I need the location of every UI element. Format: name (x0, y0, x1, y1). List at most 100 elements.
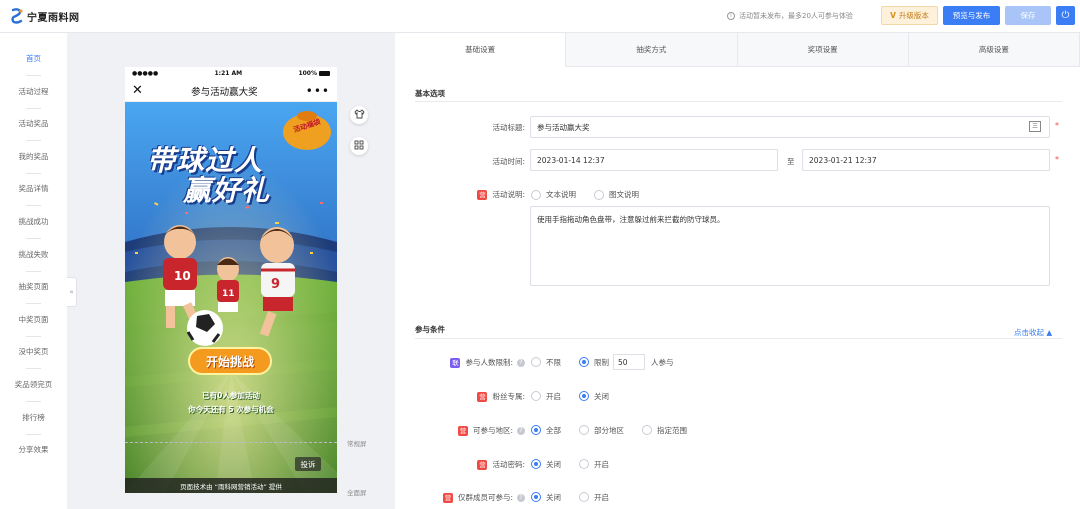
radio-label: 开启 (594, 492, 609, 502)
start-challenge-button[interactable]: 开始挑战 (188, 347, 272, 375)
info-icon: i (727, 12, 735, 20)
svg-text:10: 10 (174, 269, 191, 283)
activity-poster: 10 11 9 带球过人 赢好礼 活动福袋 开始挑战 已有0人参加活动 你今天还… (125, 102, 337, 493)
participant-suffix: 人参与 (651, 357, 674, 367)
radio-label: 部分地区 (594, 425, 624, 435)
sidebar-separator (26, 368, 41, 370)
more-icon[interactable]: ••• (306, 84, 330, 98)
shirt-icon (353, 109, 365, 121)
radio-dot (642, 425, 652, 435)
condition-label: 营可参与地区:? (410, 425, 525, 436)
help-icon[interactable]: ? (517, 359, 525, 367)
sidebar-item[interactable]: 活动过程 (0, 86, 67, 97)
description-label: 营活动说明: (477, 190, 525, 200)
sidebar-item[interactable]: 挑战失败 (0, 249, 67, 260)
marketing-badge: 联 (450, 358, 461, 368)
radio-option[interactable]: 关闭 (579, 391, 609, 402)
condition-label-text: 仅群成员可参与: (457, 493, 513, 502)
start-time-input[interactable]: 2023-01-14 12:37 (530, 149, 778, 171)
preview-publish-button[interactable]: 预览与发布 (943, 6, 1000, 25)
sidebar-item[interactable]: 我的奖品 (0, 151, 67, 162)
report-button[interactable]: 投诉 (295, 457, 321, 471)
upgrade-button[interactable]: V 升级版本 (881, 6, 938, 25)
radio-option[interactable]: 开启 (579, 492, 609, 503)
radio-label: 限制 (594, 357, 609, 367)
radio-option[interactable]: 部分地区 (579, 425, 624, 436)
sidebar-item[interactable]: 奖品领完页 (0, 379, 67, 390)
sidebar-separator (26, 433, 41, 435)
vip-icon: V (890, 11, 896, 20)
marketing-badge: 营 (457, 426, 468, 436)
sidebar-item[interactable]: 没中奖页 (0, 346, 67, 357)
radio-label: 不限 (546, 357, 561, 367)
close-icon[interactable]: ✕ (132, 83, 143, 98)
layout-tool-button[interactable] (350, 137, 368, 155)
marketing-badge: 营 (477, 460, 488, 470)
sidebar-item[interactable]: 首页 (0, 53, 67, 64)
sidebar-item[interactable]: 抽奖页面 (0, 281, 67, 292)
poster-headline-line2: 赢好礼 (183, 174, 271, 207)
activity-title-input[interactable]: 参与活动赢大奖 三 (530, 116, 1050, 138)
phone-title: 参与活动赢大奖 (191, 86, 258, 98)
phone-nav-bar: ✕ 参与活动赢大奖 ••• (125, 80, 337, 102)
phone-status-bar: ●●●●● 1:21 AM 100% (125, 67, 337, 80)
radio-dot (579, 492, 589, 502)
condition-label: 营仅群成员可参与:? (410, 492, 525, 503)
sidebar-item[interactable]: 排行榜 (0, 412, 67, 423)
sidebar-item[interactable]: 挑战成功 (0, 216, 67, 227)
radio-label: 关闭 (594, 391, 609, 401)
sidebar-item[interactable]: 分享效果 (0, 444, 67, 455)
settings-panel: 基础设置 抽奖方式 奖项设置 高级设置 基本选项 活动标题: 参与活动赢大奖 三 * … (395, 33, 1080, 509)
radio-label: 关闭 (546, 492, 561, 502)
time-range-separator: 至 (787, 157, 795, 166)
radio-label: 开启 (594, 459, 609, 469)
help-icon[interactable]: ? (517, 427, 525, 435)
sidebar-collapse-toggle[interactable]: « (67, 277, 77, 307)
radio-option[interactable]: 限制 (579, 357, 609, 368)
required-mark: * (1055, 121, 1059, 130)
save-button[interactable]: 保存 (1005, 6, 1051, 25)
radio-option[interactable]: 全部 (531, 425, 561, 436)
help-icon[interactable]: ? (517, 494, 525, 502)
power-button[interactable]: ⏻ (1056, 6, 1075, 25)
settings-tabs: 基础设置 抽奖方式 奖项设置 高级设置 (395, 33, 1080, 67)
radio-option[interactable]: 不限 (531, 357, 561, 368)
radio-rich-description[interactable]: 图文说明 (594, 189, 639, 200)
player-middle: 11 (217, 257, 239, 312)
radio-dot (594, 189, 604, 200)
logo[interactable]: 宁夏雨料网 (10, 8, 80, 24)
title-label: 活动标题: (492, 123, 525, 132)
condition-radio-group: 全部 部分地区 指定范围 (531, 424, 705, 436)
end-time-input[interactable]: 2023-01-21 12:37 (802, 149, 1050, 171)
radio-dot (531, 425, 541, 435)
condition-label-text: 粉丝专属: (492, 392, 525, 401)
condition-label: 营活动密码: (410, 459, 525, 470)
tab[interactable]: 奖项设置 (737, 33, 909, 67)
tab[interactable]: 抽奖方式 (566, 33, 738, 67)
description-type-radio: 文本说明 图文说明 (531, 189, 657, 200)
sidebar-item[interactable]: 奖品详情 (0, 183, 67, 194)
marketing-badge: 营 (477, 392, 488, 402)
radio-option[interactable]: 开启 (579, 459, 609, 470)
tab[interactable]: 高级设置 (908, 33, 1080, 67)
radio-dot (531, 492, 541, 502)
radio-text-description[interactable]: 文本说明 (531, 189, 576, 200)
sidebar-separator (26, 238, 41, 239)
sidebar-separator (26, 75, 41, 76)
text-format-icon[interactable]: 三 (1029, 121, 1041, 132)
radio-option[interactable]: 关闭 (531, 492, 561, 503)
theme-tool-button[interactable] (350, 106, 368, 124)
radio-option[interactable]: 开启 (531, 391, 561, 402)
description-textarea[interactable]: 使用手指拖动角色盘带，注意躲过前来拦截的防守球员。 (530, 206, 1050, 286)
tab[interactable]: 基础设置 (395, 33, 567, 67)
radio-dot (531, 391, 541, 401)
sidebar-item[interactable]: 中奖页面 (0, 314, 67, 325)
sidebar-separator (26, 401, 41, 402)
collapse-link[interactable]: 点击收起 ▲ (1014, 327, 1052, 338)
marketing-badge: 营 (442, 493, 453, 503)
radio-option[interactable]: 指定范围 (642, 425, 687, 436)
radio-dot (531, 189, 541, 200)
sidebar-item[interactable]: 活动奖品 (0, 118, 67, 129)
radio-option[interactable]: 关闭 (531, 459, 561, 470)
participant-limit-input[interactable]: 50 (613, 354, 645, 370)
